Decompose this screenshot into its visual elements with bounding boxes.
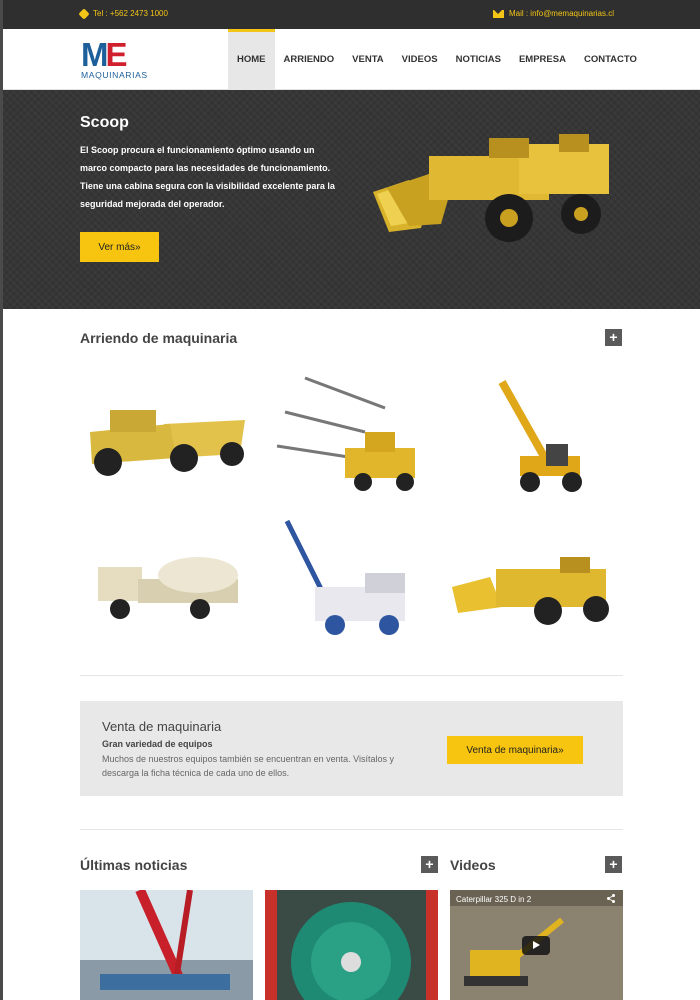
- nav-item-arriendo[interactable]: ARRIENDO: [275, 29, 344, 90]
- venta-title: Venta de maquinaria: [102, 719, 222, 734]
- machine-card-dumper[interactable]: [80, 372, 253, 496]
- venta-subtitle: Gran variedad de equipos: [102, 739, 213, 749]
- machine-card-scoop[interactable]: [450, 517, 623, 641]
- main-nav: HOME ARRIENDO VENTA VIDEOS NOTICIAS EMPR…: [228, 29, 646, 90]
- tunnel-boring-news-image: [265, 890, 438, 1000]
- play-icon[interactable]: [522, 936, 550, 955]
- crane-news-image: [80, 890, 253, 1000]
- arriendo-plus-button[interactable]: +: [605, 329, 622, 346]
- page: Tel : +562 2473 1000 Mail : info@memaqui…: [3, 0, 700, 1000]
- arriendo-title: Arriendo de maquinaria: [80, 330, 238, 346]
- venta-callout: Venta de maquinaria Gran variedad de equ…: [80, 701, 623, 796]
- video-player[interactable]: Caterpillar 325 D in 2: [450, 890, 623, 1000]
- hero-text: El Scoop procura el funcionamiento óptim…: [80, 145, 335, 209]
- machine-card-shotcrete[interactable]: [265, 517, 438, 641]
- nav-item-contacto[interactable]: CONTACTO: [575, 29, 646, 90]
- noticias-title: Últimas noticias: [80, 857, 188, 873]
- videos-title: Videos: [450, 857, 496, 873]
- videos-plus-button[interactable]: +: [605, 856, 622, 873]
- hero-banner: Scoop El Scoop procura el funcionamiento…: [3, 90, 700, 309]
- mail-contact[interactable]: Mail : info@memaquinarias.cl: [492, 9, 614, 18]
- machine-card-mixer-truck[interactable]: [80, 517, 253, 641]
- noticias-plus-button[interactable]: +: [421, 856, 438, 873]
- venta-text: Muchos de nuestros equipos también se en…: [102, 754, 395, 778]
- scoop-image: [452, 557, 609, 625]
- mail-text: Mail : info@memaquinarias.cl: [508, 9, 614, 18]
- logo[interactable]: ME MAQUINARIAS: [81, 36, 153, 81]
- news-card-crane[interactable]: [80, 890, 253, 1000]
- phone-text: Tel : +562 2473 1000: [93, 9, 168, 18]
- machine-card-drill-jumbo[interactable]: [265, 372, 438, 496]
- drill-jumbo-image: [276, 376, 415, 491]
- mail-icon: [492, 9, 504, 18]
- nav-item-noticias[interactable]: NOTICIAS: [447, 29, 510, 90]
- nav-item-home[interactable]: HOME: [228, 29, 275, 90]
- site-header: ME MAQUINARIAS HOME ARRIENDO VENTA VIDEO…: [3, 29, 700, 90]
- top-bar: Tel : +562 2473 1000 Mail : info@memaqui…: [3, 0, 700, 29]
- machine-card-telehandler[interactable]: [450, 372, 623, 496]
- shotcrete-machine-image: [284, 519, 405, 635]
- telehandler-image: [498, 380, 582, 492]
- venta-button[interactable]: Venta de maquinaria»: [447, 736, 583, 764]
- share-icon[interactable]: [607, 894, 615, 903]
- ver-mas-button[interactable]: Ver más»: [80, 232, 159, 262]
- mixer-truck-image: [98, 557, 238, 619]
- dumper-truck-image: [90, 410, 245, 476]
- nav-item-venta[interactable]: VENTA: [343, 29, 393, 90]
- video-title: Caterpillar 325 D in 2: [456, 895, 532, 904]
- hero-title: Scoop: [80, 114, 129, 131]
- nav-item-videos[interactable]: VIDEOS: [393, 29, 447, 90]
- phone-contact[interactable]: Tel : +562 2473 1000: [78, 7, 168, 20]
- logo-mark: ME: [81, 36, 128, 73]
- divider: [80, 829, 623, 830]
- logo-text: MAQUINARIAS: [81, 70, 148, 80]
- nav-item-empresa[interactable]: EMPRESA: [510, 29, 575, 90]
- scoop-loader-image: [373, 134, 609, 242]
- news-card-tbm[interactable]: [265, 890, 438, 1000]
- phone-icon: [78, 7, 90, 20]
- divider: [80, 675, 623, 676]
